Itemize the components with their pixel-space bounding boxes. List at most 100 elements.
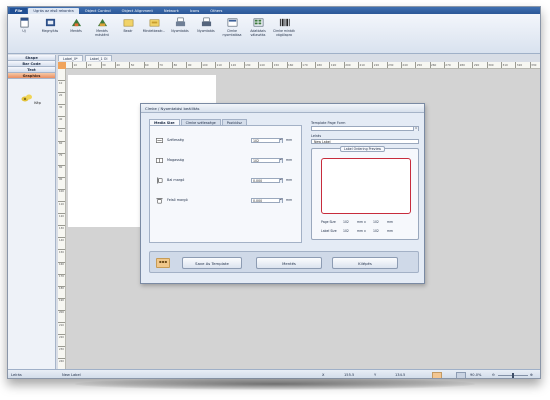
- label-size-unit: mm: [387, 229, 394, 233]
- tab-network[interactable]: Network: [159, 8, 184, 14]
- top-margin-label: Felső margó: [167, 198, 188, 202]
- barcode-icon: [279, 18, 290, 27]
- ruler-corner[interactable]: [58, 62, 66, 69]
- ruler-h-label: 310: [502, 63, 508, 67]
- description-input[interactable]: New Label: [311, 139, 419, 144]
- ruler-v-label: 190: [59, 299, 64, 303]
- left-margin-spinner[interactable]: ▴▾: [279, 178, 282, 183]
- label-print-icon: [227, 18, 237, 27]
- dialog-save-button[interactable]: Mentés: [256, 257, 322, 269]
- save-as-button[interactable]: Mentés másként: [90, 17, 114, 51]
- left-margin-label: Bal margó: [167, 178, 185, 182]
- open-button[interactable]: Megnyitás: [38, 17, 62, 51]
- print-preview-button[interactable]: Nyomtatás: [194, 17, 218, 51]
- status-field-value: New Label: [62, 373, 81, 377]
- label-print-settings-dialog: Címke / Nyomtatási beállítás Media Size …: [140, 103, 425, 284]
- new-document-icon: [20, 17, 28, 28]
- window-shadow: [75, 378, 475, 390]
- close-button[interactable]: Bezár: [116, 17, 140, 51]
- zoom-slider-thumb[interactable]: [512, 373, 514, 378]
- save-as-template-button[interactable]: Save As Template: [182, 257, 242, 269]
- save-button[interactable]: Mentés: [64, 17, 88, 51]
- height-label: Magasság: [167, 158, 184, 162]
- left-margin-input[interactable]: 0.000 ▴▾: [251, 177, 283, 183]
- panel-tab-graphics[interactable]: Graphics: [8, 73, 55, 79]
- ruler-v-label: 80: [59, 166, 63, 170]
- ruler-h-label: 270: [445, 63, 451, 67]
- top-margin-row: Felső margó 0.000 ▴▾ mm: [156, 196, 296, 204]
- ruler-v-label: 100: [59, 190, 64, 194]
- width-row: Szélesség 102 ▴▾ mm: [156, 136, 296, 144]
- height-spinner[interactable]: ▴▾: [279, 158, 282, 163]
- print-icon: [175, 17, 185, 27]
- zoom-in-icon[interactable]: ⊕: [530, 373, 533, 377]
- barcode-button[interactable]: Címke minták vágólapra: [272, 17, 296, 51]
- ruler-h-label: 210: [359, 63, 365, 67]
- tab-others[interactable]: Others: [205, 8, 227, 14]
- ruler-h-label: 110: [216, 63, 222, 67]
- ruler-h-label: 330: [531, 63, 537, 67]
- ruler-h-label: 170: [302, 63, 308, 67]
- app-window: File Ugrás az első rekordra Object Contr…: [7, 6, 541, 379]
- ruler-v-label: 40: [59, 117, 63, 121]
- height-input[interactable]: 102 ▴▾: [251, 157, 283, 163]
- ruler-v-label: 120: [59, 214, 64, 218]
- ruler-h-label: 20: [87, 63, 92, 67]
- ruler-h-label: 80: [173, 63, 178, 67]
- tab-object-alignment[interactable]: Object Alignment: [117, 8, 158, 14]
- ruler-v-label: 200: [59, 311, 64, 315]
- close-doc-icon: [123, 19, 133, 27]
- ruler-v-label: 130: [59, 226, 64, 230]
- ruler-h-label: 60: [145, 63, 149, 67]
- save-as-icon: [97, 18, 107, 27]
- label-size-label: Label Size: [321, 229, 337, 233]
- status-x-value: 155.5: [344, 373, 355, 377]
- label-size-height: 102: [373, 229, 379, 233]
- new-button[interactable]: Új: [12, 17, 36, 51]
- page-size-unit: mm: [387, 220, 394, 224]
- template-form-select[interactable]: ▾: [311, 126, 419, 131]
- width-input[interactable]: 102 ▴▾: [251, 137, 283, 143]
- color-picker-button[interactable]: ▪▪▪: [156, 258, 170, 268]
- ruler-h-label: 200: [345, 63, 351, 67]
- zoom-level: 90.0%: [470, 373, 482, 377]
- media-size-panel: Szélesség 102 ▴▾ mm Magasság 102 ▴▾ mm Bal…: [149, 125, 302, 243]
- close-all-button[interactable]: Mindetbezár...: [142, 17, 166, 51]
- page-size-x: mm x: [357, 220, 366, 224]
- tab-first-record[interactable]: Ugrás az első rekordra: [28, 7, 79, 14]
- page-size-row: Page Size 102 mm x 102 mm: [321, 220, 393, 224]
- template-section: Template Page Form ▾ Leírás New Label La…: [311, 121, 419, 240]
- doc-tab-label-0[interactable]: Label_0*: [58, 55, 83, 61]
- zoom-out-icon[interactable]: ⊖: [492, 373, 495, 377]
- dialog-title: Címke / Nyomtatási beállítás: [141, 104, 424, 113]
- close-all-label: Mindetbezár...: [142, 29, 166, 33]
- vertical-ruler: 10 20 30 40 50 60 70 80 90 100 110 120 130 140 150 160 1…: [58, 69, 66, 369]
- doc-tab-label-1[interactable]: Label_1 Ol: [84, 55, 113, 61]
- fit-page-icon[interactable]: [456, 371, 466, 378]
- ruler-v-label: 210: [59, 323, 64, 327]
- chevron-down-icon[interactable]: ▾: [413, 127, 418, 131]
- color-swatch[interactable]: [432, 371, 442, 378]
- ribbon: Új Megnyitás Mentés Mentés másként Bezár…: [8, 14, 540, 54]
- print-button[interactable]: Nyomtatás: [168, 17, 192, 51]
- status-field-label: Leírás: [11, 373, 22, 377]
- ruler-v-label: 160: [59, 263, 64, 266]
- file-menu[interactable]: File: [10, 7, 28, 14]
- ruler-v-label: 70: [59, 154, 63, 158]
- preview-legend: Label Ordering Preview: [340, 146, 386, 152]
- top-margin-input[interactable]: 0.000 ▴▾: [251, 197, 283, 203]
- print-preview-icon: [201, 17, 211, 27]
- barcode-label: Címke minták vágólapra: [273, 29, 295, 37]
- width-spinner[interactable]: ▴▾: [279, 138, 282, 143]
- dialog-exit-button[interactable]: Kilépés: [332, 257, 398, 269]
- open-label: Megnyitás: [41, 29, 59, 33]
- label-print-button[interactable]: Címke nyomtatása: [220, 17, 244, 51]
- ruler-v-label: 230: [59, 347, 64, 351]
- image-tool[interactable]: Kép: [20, 93, 42, 105]
- database-button[interactable]: Adatbázis választás: [246, 17, 270, 51]
- tab-icons[interactable]: Icons: [185, 8, 204, 14]
- ruler-v-label: 20: [59, 93, 63, 97]
- tab-object-control[interactable]: Object Control: [80, 8, 116, 14]
- height-unit: mm: [286, 158, 293, 162]
- top-margin-spinner[interactable]: ▴▾: [279, 198, 282, 203]
